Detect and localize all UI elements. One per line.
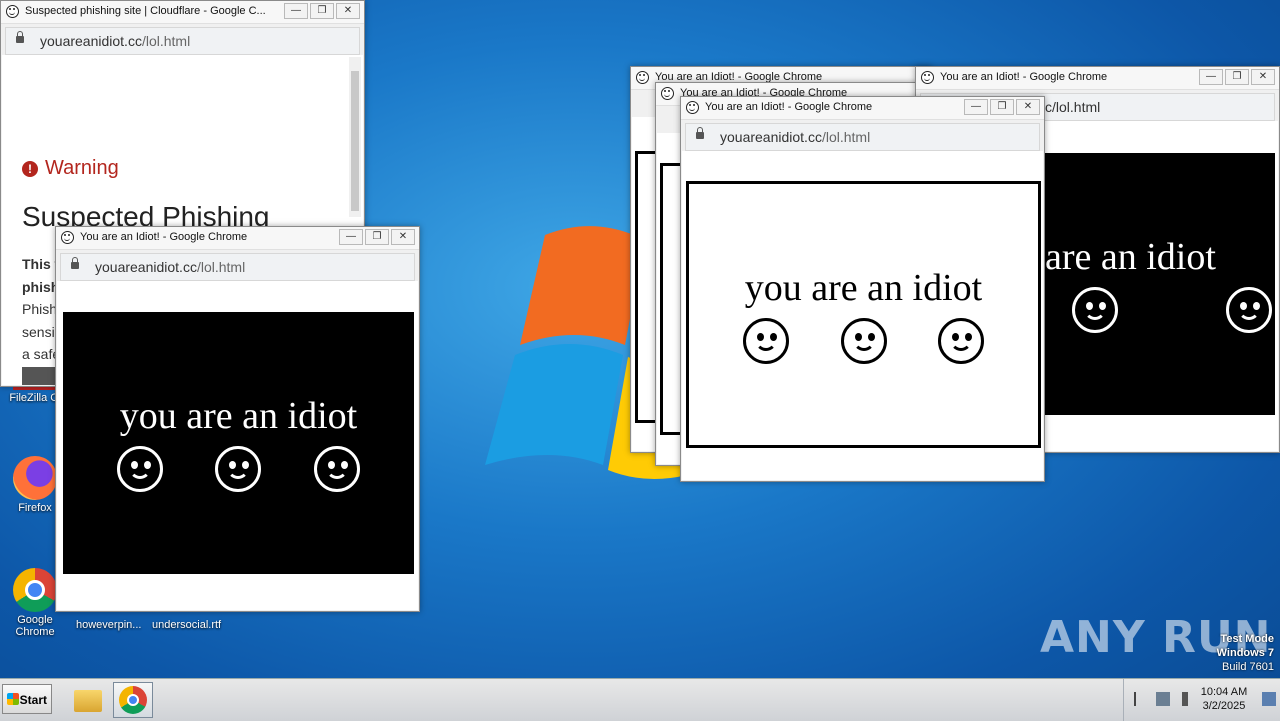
minimize-button[interactable]: — [284, 3, 308, 19]
window-title: Suspected phishing site | Cloudflare - G… [25, 5, 265, 17]
maximize-button[interactable]: ❐ [990, 99, 1014, 115]
window-title: You are an Idiot! - Google Chrome [80, 231, 248, 243]
minimize-button[interactable]: — [1199, 69, 1223, 85]
address-bar[interactable]: youareanidiot.cc/lol.html [685, 123, 1040, 151]
smiley-icon [938, 317, 985, 364]
desktop-icon-label: FileZilla Cl [9, 392, 61, 404]
page-content: you are an idiot [57, 281, 418, 610]
window-title: You are an Idiot! - Google Chrome [705, 101, 873, 113]
minimize-button[interactable]: — [964, 99, 988, 115]
taskbar-chrome-button[interactable] [113, 682, 153, 718]
warning-label: Warning [45, 157, 119, 179]
url-text: youareanidiot.cc/lol.html [40, 33, 191, 49]
taskbar-explorer-button[interactable] [68, 682, 108, 718]
idiot-message: you are an idiot [744, 266, 983, 309]
idiot-message-box: you are an idiot [63, 312, 414, 574]
window-title: You are an Idiot! - Google Chrome [940, 71, 1108, 83]
close-button[interactable]: ✕ [1016, 99, 1040, 115]
taskbar: Start 10:04 AM 3/2/2025 [0, 678, 1280, 721]
close-button[interactable]: ✕ [1251, 69, 1275, 85]
smiley-favicon-icon [921, 71, 934, 84]
window-titlebar[interactable]: You are an Idiot! - Google Chrome — ❐ ✕ [916, 67, 1279, 90]
start-button[interactable]: Start [2, 684, 52, 714]
minimize-button[interactable]: — [339, 229, 363, 245]
folder-icon [74, 690, 102, 712]
window-titlebar[interactable]: Suspected phishing site | Cloudflare - G… [1, 1, 364, 24]
warning-row: ! Warning [22, 157, 119, 180]
close-button[interactable]: ✕ [391, 229, 415, 245]
smiley-row [717, 317, 1010, 364]
window-titlebar[interactable]: You are an Idiot! - Google Chrome — ❐ ✕ [681, 97, 1044, 120]
smiley-row [1072, 287, 1272, 333]
lock-icon [16, 31, 24, 43]
window-controls: — ❐ ✕ [962, 99, 1040, 115]
smiley-icon [117, 446, 164, 492]
windows-logo-icon [7, 693, 19, 705]
idiot-window-left[interactable]: You are an Idiot! - Google Chrome — ❐ ✕ … [55, 226, 420, 612]
smiley-icon [1072, 287, 1118, 333]
volume-icon[interactable] [1178, 692, 1188, 706]
smiley-favicon-icon [661, 87, 674, 100]
network-icon[interactable] [1156, 692, 1170, 706]
chrome-icon [119, 686, 147, 714]
smiley-favicon-icon [636, 71, 649, 84]
address-bar[interactable]: youareanidiot.cc/lol.html [60, 253, 415, 281]
scrollbar[interactable] [349, 57, 361, 217]
address-bar[interactable]: youareanidiot.cc/lol.html [5, 27, 360, 55]
url-text: c/lol.html [1045, 99, 1101, 115]
idiot-message: you are an idiot [119, 395, 358, 437]
clock[interactable]: 10:04 AM 3/2/2025 [1194, 685, 1254, 713]
firefox-icon [13, 456, 57, 500]
idiot-window-front[interactable]: You are an Idiot! - Google Chrome — ❐ ✕ … [680, 96, 1045, 482]
warning-icon: ! [22, 160, 38, 177]
desktop-icon-label: Google Chrome [15, 614, 55, 638]
show-desktop-icon[interactable] [1262, 692, 1276, 706]
smiley-icon [742, 317, 789, 364]
idiot-message-box: are an idiot [1045, 153, 1275, 415]
smiley-favicon-icon [61, 231, 74, 244]
lock-icon [696, 127, 704, 139]
window-controls: — ❐ ✕ [1197, 69, 1275, 85]
window-controls: — ❐ ✕ [337, 229, 415, 245]
flag-icon[interactable] [1134, 692, 1150, 706]
smiley-icon [313, 446, 360, 492]
maximize-button[interactable]: ❐ [1225, 69, 1249, 85]
smiley-row [91, 446, 386, 492]
lock-icon [71, 257, 79, 269]
chrome-icon [13, 568, 57, 612]
page-content: you are an idiot [682, 151, 1043, 480]
system-tray: 10:04 AM 3/2/2025 [1123, 679, 1280, 721]
smiley-favicon-icon [686, 101, 699, 114]
window-titlebar[interactable]: You are an Idiot! - Google Chrome — ❐ ✕ [56, 227, 419, 250]
desktop-file-label[interactable]: howeverpin... [76, 619, 141, 631]
smiley-icon [215, 446, 262, 492]
smiley-favicon-icon [6, 5, 19, 18]
smiley-icon [1226, 287, 1272, 333]
smiley-icon [840, 317, 887, 364]
window-controls: — ❐ ✕ [282, 3, 360, 19]
maximize-button[interactable]: ❐ [365, 229, 389, 245]
desktop-icon-label: Firefox [18, 502, 52, 514]
close-button[interactable]: ✕ [336, 3, 360, 19]
url-text: youareanidiot.cc/lol.html [95, 259, 246, 275]
test-mode-label: Test Mode Windows 7 Build 7601 [1216, 633, 1274, 673]
maximize-button[interactable]: ❐ [310, 3, 334, 19]
url-text: youareanidiot.cc/lol.html [720, 129, 871, 145]
idiot-message: are an idiot [1045, 236, 1216, 278]
desktop-file-label[interactable]: undersocial.rtf [152, 619, 221, 631]
idiot-message-box: you are an idiot [686, 181, 1041, 448]
